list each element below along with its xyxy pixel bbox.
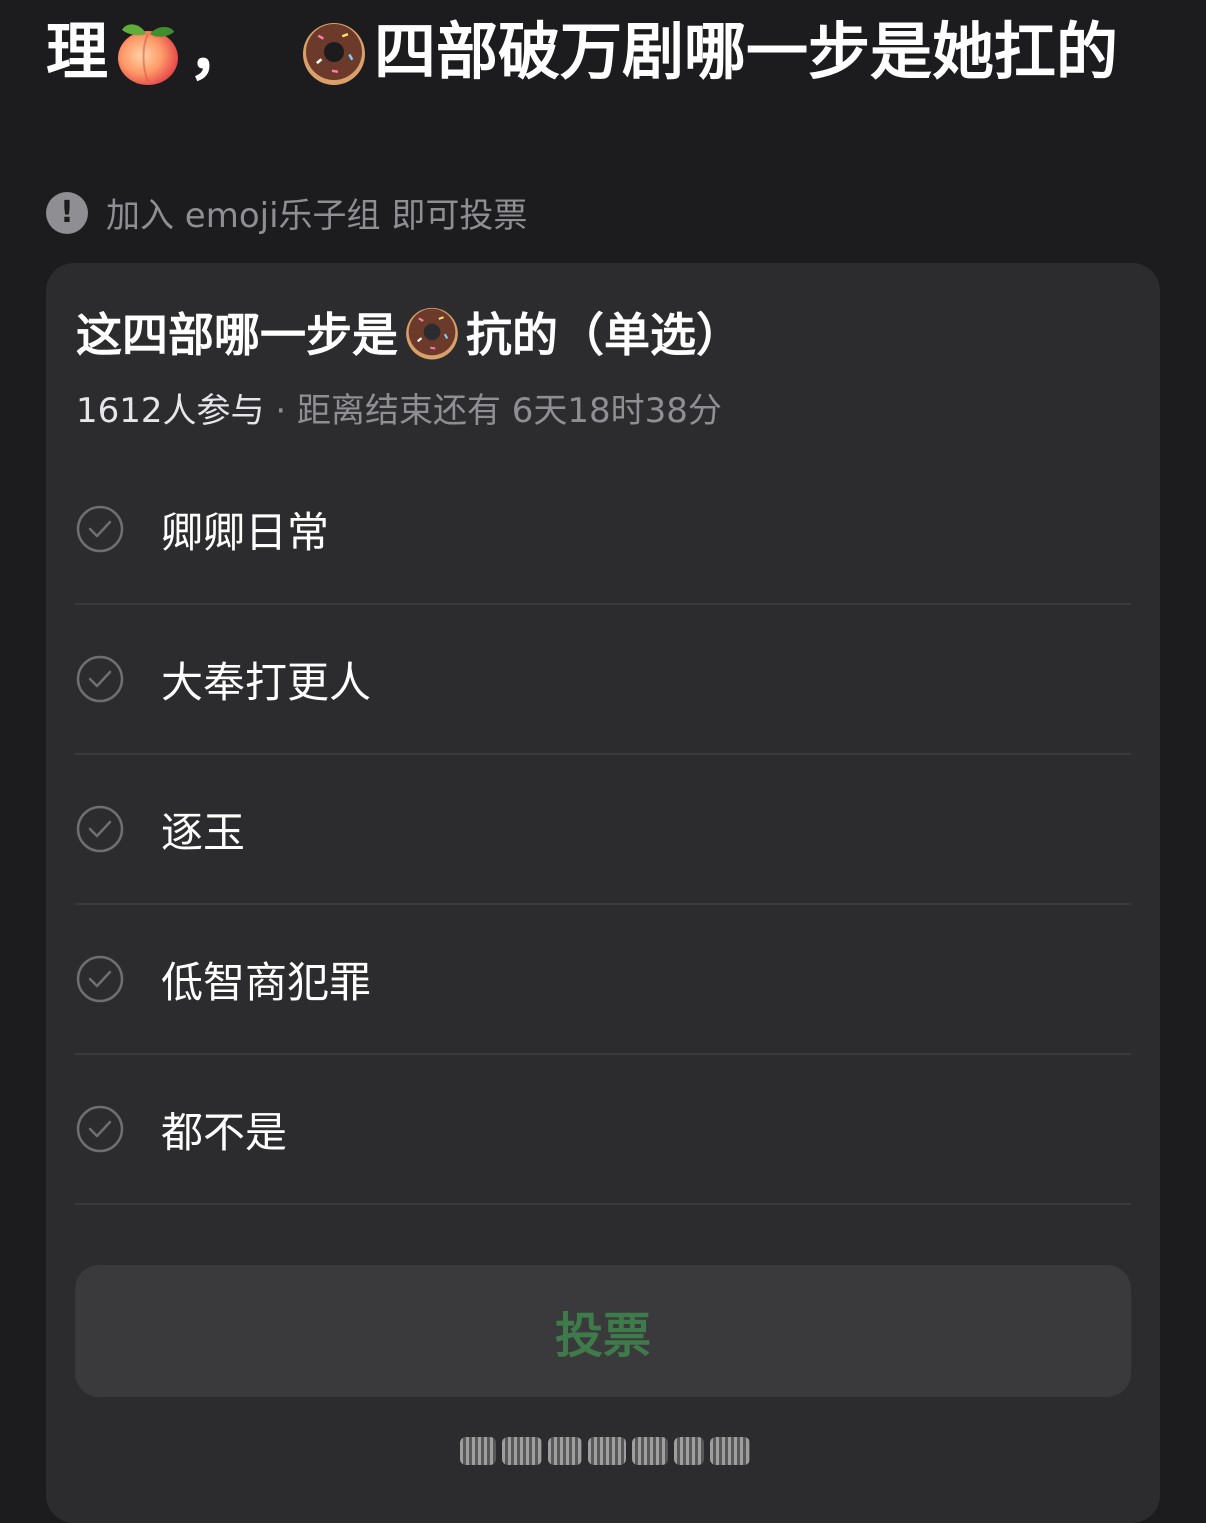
poll-option-label: 都不是 — [161, 1107, 288, 1157]
poll-option-2[interactable]: 大奉打更人 — [75, 605, 1131, 755]
check-circle-icon — [76, 955, 124, 1003]
exclamation-icon: ! — [46, 191, 88, 234]
peach-icon — [118, 24, 179, 85]
check-circle-icon — [76, 805, 124, 853]
poll-option-5[interactable]: 都不是 — [75, 1055, 1131, 1205]
post-title-text: 四部破万剧哪一步是她扛的 — [374, 15, 1119, 88]
poll-title-prefix: 这四部哪一步是 — [76, 308, 398, 362]
poll-title: 这四部哪一步是 抗的（单选） — [76, 299, 742, 365]
check-circle-icon — [76, 1105, 124, 1153]
poll-option-label: 大奉打更人 — [161, 657, 372, 707]
check-circle-icon — [76, 505, 124, 553]
poll-options: 卿卿日常 大奉打更人 逐玉 低智商犯罪 都不是 — [75, 455, 1131, 1205]
join-notice: ! 加入 emoji乐子组 即可投票 — [46, 188, 527, 237]
poll-meta: 1612人参与 · 距离结束还有 6天18时38分 — [76, 383, 722, 432]
poll-option-4[interactable]: 低智商犯罪 — [75, 905, 1131, 1055]
poll-title-suffix: 抗的（单选） — [466, 308, 742, 362]
poll-option-1[interactable]: 卿卿日常 — [75, 455, 1131, 605]
blurred-glyph — [548, 1437, 582, 1465]
blurred-glyph — [632, 1437, 668, 1465]
post-title-comma: ， — [188, 15, 251, 88]
donut-icon — [303, 23, 366, 85]
post-title-prefix: 理 — [46, 15, 109, 88]
vote-button[interactable]: 投票 — [75, 1265, 1131, 1397]
blurred-glyph — [502, 1437, 542, 1465]
blurred-glyph — [588, 1437, 626, 1465]
deadline-text: 距离结束还有 6天18时38分 — [296, 391, 722, 431]
blurred-footer-text — [460, 1431, 750, 1471]
donut-icon — [406, 307, 458, 360]
post-title: 理 ， 四部破万剧哪一步是她扛的 — [46, 12, 1118, 92]
poll-card: 这四部哪一步是 抗的（单选） 1612人参与 · 距离结束还有 6天18时38分… — [46, 263, 1160, 1523]
blurred-glyph — [460, 1437, 496, 1465]
poll-option-label: 低智商犯罪 — [161, 957, 372, 1007]
blurred-glyph — [674, 1437, 704, 1465]
blurred-glyph — [710, 1437, 750, 1465]
poll-option-3[interactable]: 逐玉 — [75, 755, 1131, 905]
meta-separator: · — [264, 391, 297, 431]
poll-option-label: 逐玉 — [161, 807, 246, 857]
poll-option-label: 卿卿日常 — [161, 507, 330, 557]
join-notice-text: 加入 emoji乐子组 即可投票 — [106, 196, 528, 236]
check-circle-icon — [76, 655, 124, 703]
participant-count: 1612人参与 — [76, 391, 265, 431]
